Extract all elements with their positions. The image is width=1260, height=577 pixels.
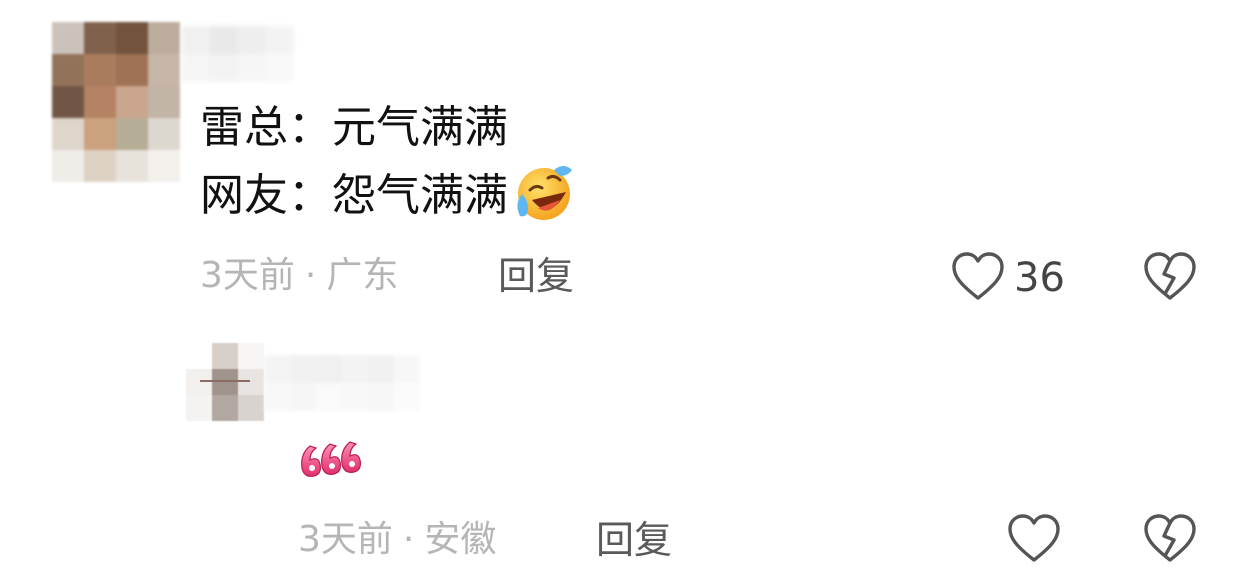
heart-icon[interactable] <box>1006 512 1062 566</box>
avatar[interactable] <box>52 22 180 182</box>
location: 安徽 <box>424 519 497 560</box>
username-blurred[interactable] <box>182 26 294 82</box>
avatar[interactable] <box>186 343 264 421</box>
timestamp: 3天前 <box>200 255 295 296</box>
comment-line: 雷总：元气满满 <box>200 102 508 153</box>
username-blur-line <box>200 380 250 382</box>
comment-line: 网友：怨气满满 <box>200 163 574 229</box>
666-sticker-icon <box>301 441 361 477</box>
location: 广东 <box>326 255 399 296</box>
comment-line-text: 网友：怨气满满 <box>200 170 508 221</box>
separator: · <box>304 255 317 296</box>
reply-button[interactable]: 回复 <box>498 254 574 298</box>
comment-thread: 雷总：元气满满 网友：怨气满满 3天前 · 广东 回复 36 3天前 · 安徽 … <box>0 0 1260 577</box>
timestamp: 3天前 <box>298 519 393 560</box>
comment-meta: 3天前 · 安徽 <box>298 518 496 562</box>
laughing-crying-emoji-icon <box>517 166 572 220</box>
username-blurred[interactable] <box>264 355 424 411</box>
heart-icon[interactable] <box>950 250 1006 304</box>
comment-meta: 3天前 · 广东 <box>200 254 398 298</box>
broken-heart-icon[interactable] <box>1142 512 1198 566</box>
separator: · <box>402 519 415 560</box>
reply-button[interactable]: 回复 <box>596 518 672 562</box>
like-count: 36 <box>1014 255 1065 301</box>
broken-heart-icon[interactable] <box>1142 250 1198 304</box>
